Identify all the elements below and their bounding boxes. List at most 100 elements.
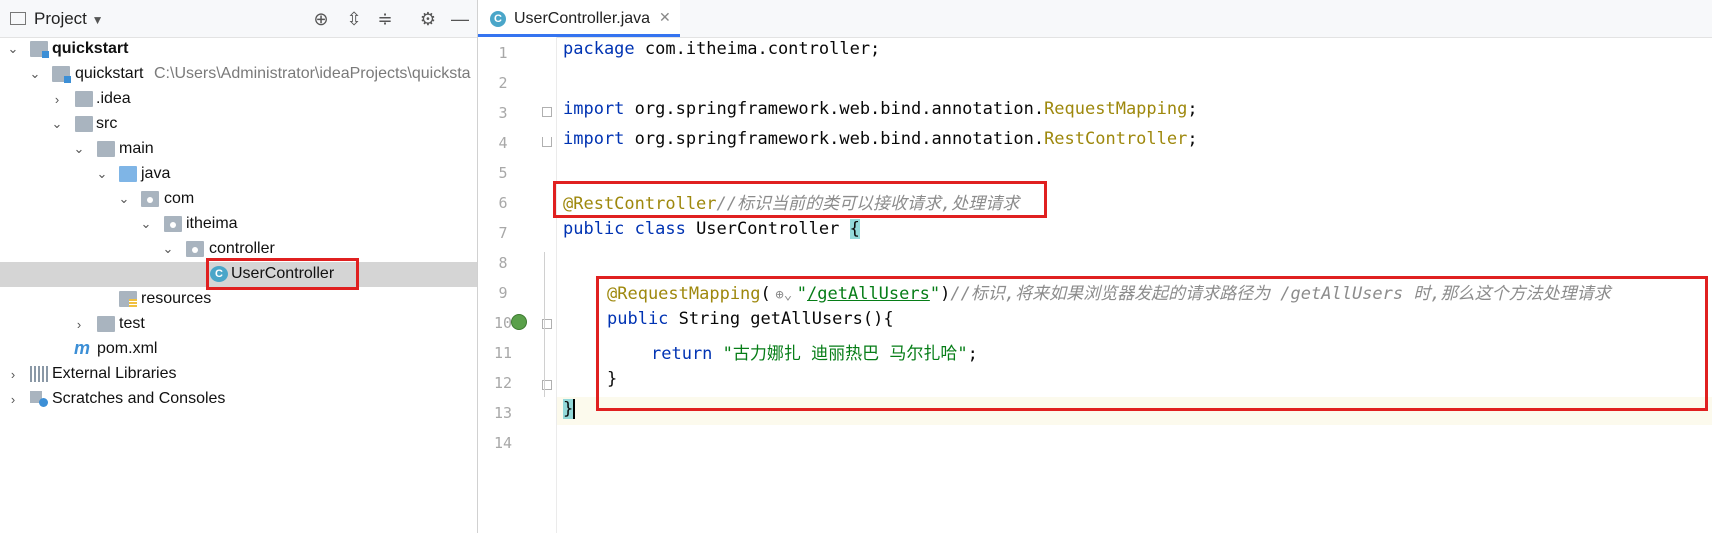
module-folder-icon — [52, 66, 71, 83]
fold-marker[interactable] — [542, 107, 552, 117]
project-view-icon — [10, 12, 26, 25]
code-line-11[interactable]: return "古力娜扎 迪丽热巴 马尔扎哈"; — [651, 339, 978, 367]
code-text: } — [607, 369, 618, 389]
chevron-down-icon[interactable]: ⌄ — [50, 114, 64, 134]
chevron-down-icon[interactable]: ⌄ — [6, 39, 20, 59]
code-line-3[interactable]: import org.springframework.web.bind.anno… — [563, 99, 1198, 127]
tree-item-external-libraries[interactable]: › External Libraries — [0, 362, 477, 387]
code-text: ; — [967, 344, 978, 364]
chevron-right-icon[interactable]: › — [50, 89, 64, 109]
tree-item-label: main — [119, 140, 154, 157]
annotation-type: RestController — [1044, 129, 1188, 149]
tree-item-java[interactable]: ⌄ java — [0, 162, 477, 187]
tab-usercontroller-java[interactable]: C UserController.java ✕ — [478, 0, 680, 37]
code-line-13[interactable]: } — [563, 399, 576, 427]
line-number: 8 — [498, 254, 508, 272]
keyword: public class — [563, 219, 686, 239]
tab-label: UserController.java — [514, 10, 651, 27]
locate-icon[interactable]: ⊕ — [310, 8, 332, 30]
package-icon — [186, 241, 204, 257]
line-number: 6 — [498, 194, 508, 212]
request-path-link[interactable]: /getAllUsers — [807, 284, 930, 304]
line-number: 9 — [498, 284, 508, 302]
line-number: 5 — [498, 164, 508, 182]
tree-item-label: Scratches and Consoles — [52, 390, 226, 407]
code-line-4[interactable]: import org.springframework.web.bind.anno… — [563, 129, 1198, 157]
folder-icon — [97, 316, 115, 332]
line-number: 7 — [498, 224, 508, 242]
tree-item-controller[interactable]: ⌄ controller — [0, 237, 477, 262]
tree-item-label: External Libraries — [52, 365, 177, 382]
keyword: return — [651, 344, 713, 364]
annotation-type: RequestMapping — [1044, 99, 1188, 119]
line-number: 4 — [498, 134, 508, 152]
tree-item-label: UserController — [231, 265, 335, 282]
string-literal: "古力娜扎 迪丽热巴 马尔扎哈" — [722, 344, 968, 364]
code-text: String getAllUsers(){ — [668, 309, 894, 329]
source-folder-icon — [119, 166, 137, 182]
code-line-6[interactable]: @RestController//标识当前的类可以接收请求,处理请求 — [563, 189, 1019, 217]
comment: //标识当前的类可以接收请求,处理请求 — [716, 194, 1020, 214]
code-line-10[interactable]: public String getAllUsers(){ — [607, 309, 894, 337]
chevron-right-icon[interactable]: › — [6, 364, 20, 384]
close-icon[interactable]: ✕ — [659, 9, 671, 26]
tree-item-quickstart-module[interactable]: ⌄ quickstart C:\Users\Administrator\idea… — [0, 62, 477, 87]
tree-item-scratches-and-consoles[interactable]: › Scratches and Consoles — [0, 387, 477, 412]
project-folder-icon — [30, 41, 49, 58]
tree-item-main[interactable]: ⌄ main — [0, 137, 477, 162]
line-number: 14 — [493, 434, 513, 452]
line-number: 11 — [493, 344, 513, 362]
matched-brace: { — [849, 219, 860, 239]
editor-gutter: 1 2 3 4 5 6 7 8 9 10 11 12 13 14 — [478, 37, 557, 533]
editor-tab-bar: C UserController.java ✕ — [478, 0, 1712, 38]
expand-all-icon[interactable]: ⇳ — [343, 8, 365, 30]
chevron-down-icon[interactable]: ⌄ — [95, 164, 109, 184]
text-caret — [573, 399, 576, 419]
tree-item-com[interactable]: ⌄ com — [0, 187, 477, 212]
code-text: UserController — [685, 219, 850, 239]
tree-item-label: quickstart — [75, 65, 144, 82]
project-view-selector[interactable]: Project ▼ — [34, 9, 104, 29]
library-icon — [30, 366, 48, 382]
chevron-down-icon[interactable]: ⌄ — [72, 139, 86, 159]
chevron-down-icon[interactable]: ⌄ — [117, 189, 131, 209]
tree-item-src[interactable]: ⌄ src — [0, 112, 477, 137]
code-text: org.springframework.web.bind.annotation. — [624, 129, 1045, 149]
tree-item-label: quickstart — [52, 40, 129, 57]
web-endpoint-icon[interactable] — [511, 314, 527, 330]
chevron-right-icon[interactable]: › — [72, 314, 86, 334]
tree-item-label: src — [96, 115, 118, 132]
module-path: C:\Users\Administrator\ideaProjects\quic… — [154, 65, 471, 82]
tree-item-test[interactable]: › test — [0, 312, 477, 337]
comment: //标识,将来如果浏览器发起的请求路径为 /getAllUsers 时,那么这个… — [950, 284, 1611, 304]
folder-icon — [75, 116, 93, 132]
string-quote: " — [929, 284, 941, 304]
code-line-9[interactable]: @RequestMapping(⊕⌄ "/getAllUsers")//标识,将来… — [607, 279, 1611, 307]
tree-item-idea[interactable]: › .idea — [0, 87, 477, 112]
chevron-down-icon[interactable]: ⌄ — [139, 214, 153, 234]
chevron-down-icon[interactable]: ⌄ — [28, 64, 42, 84]
code-line-1[interactable]: package com.itheima.controller; — [563, 39, 880, 67]
tree-item-label: itheima — [186, 215, 238, 232]
annotation: @RequestMapping — [607, 284, 761, 304]
web-url-icon[interactable]: ⊕⌄ — [771, 287, 797, 303]
code-line-12[interactable]: } — [607, 369, 617, 397]
tree-item-quickstart-root[interactable]: ⌄ quickstart — [0, 37, 477, 62]
hide-panel-icon[interactable]: — — [449, 8, 471, 30]
tree-item-label: controller — [209, 240, 275, 257]
tree-item-usercontroller[interactable]: C UserController — [0, 262, 477, 287]
tree-item-label: java — [141, 165, 171, 182]
tree-item-resources[interactable]: resources — [0, 287, 477, 312]
chevron-down-icon[interactable]: ⌄ — [161, 239, 175, 259]
code-text: ) — [940, 284, 951, 304]
project-title: Project — [34, 9, 87, 28]
tree-item-pom-xml[interactable]: m pom.xml — [0, 337, 477, 362]
chevron-right-icon[interactable]: › — [6, 389, 20, 409]
line-number: 2 — [498, 74, 508, 92]
tree-item-label: .idea — [96, 90, 131, 107]
collapse-all-icon[interactable]: ≑ — [374, 8, 396, 30]
fold-marker[interactable] — [542, 137, 552, 147]
code-line-7[interactable]: public class UserController { — [563, 219, 860, 247]
gear-icon[interactable]: ⚙ — [417, 8, 439, 30]
tree-item-itheima[interactable]: ⌄ itheima — [0, 212, 477, 237]
